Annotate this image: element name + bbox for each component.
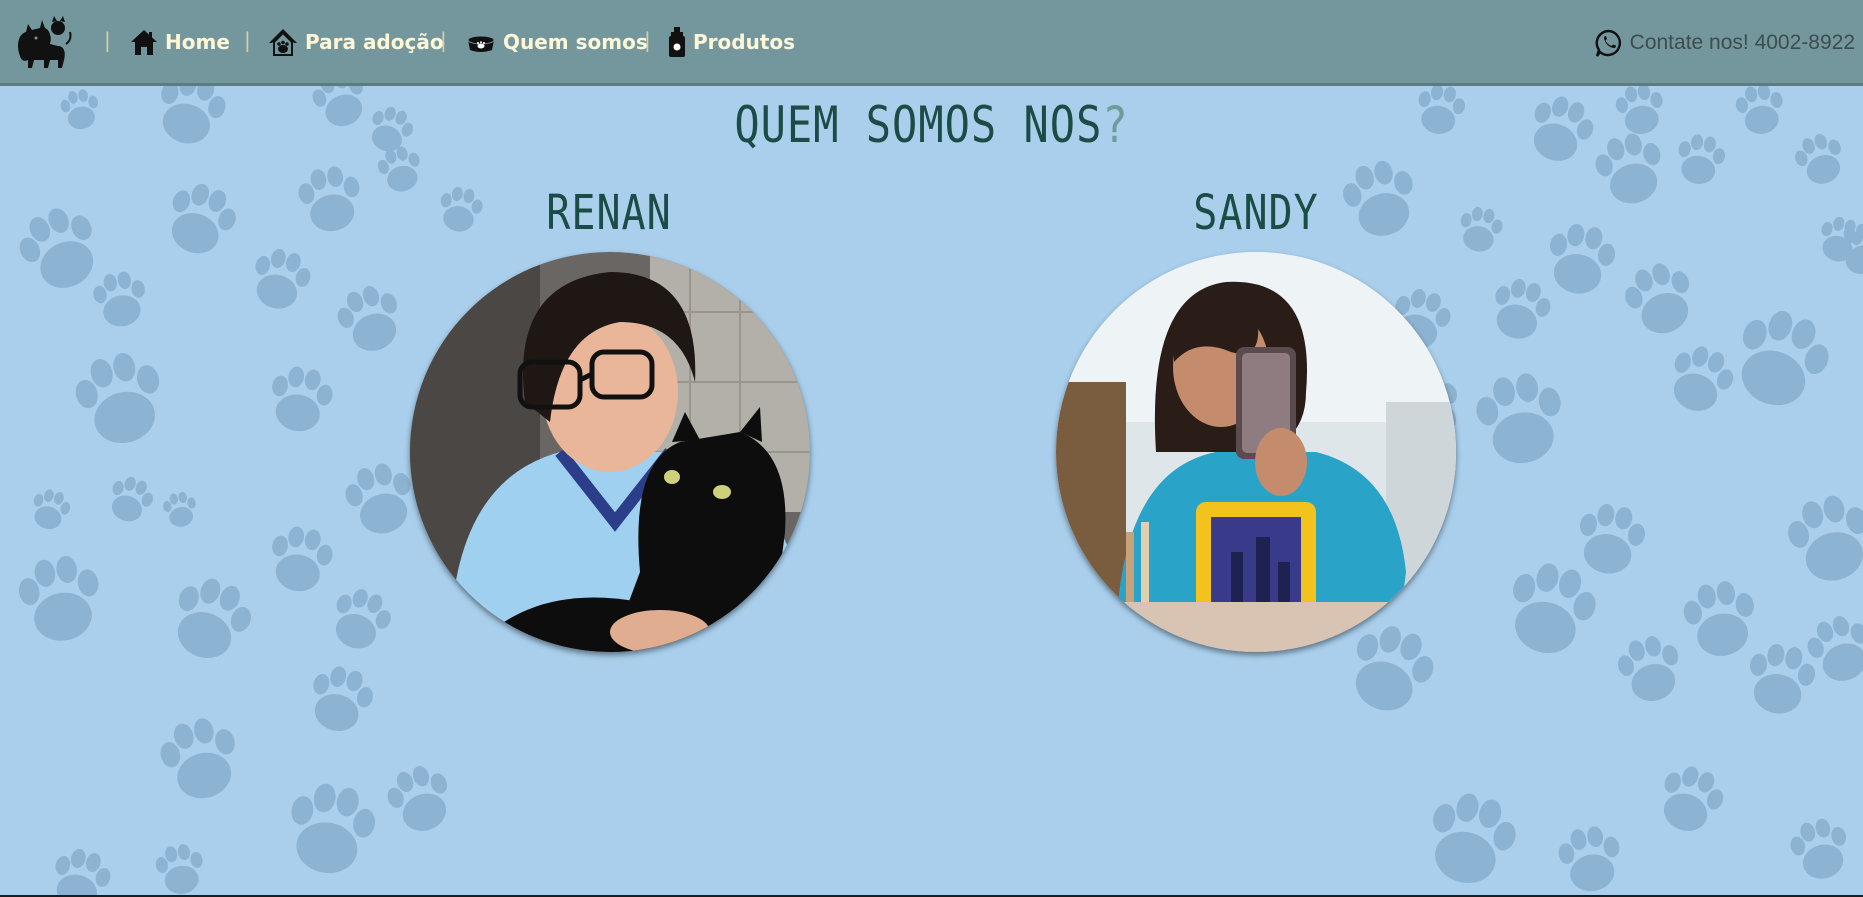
nav-about-label: Quem somos (503, 30, 648, 54)
whatsapp-icon (1595, 29, 1621, 57)
paw-print-decoration (27, 485, 74, 534)
paw-print-decoration (1781, 488, 1863, 590)
paw-print-decoration (1542, 219, 1620, 299)
paw-print-decoration (1418, 785, 1524, 893)
paw-print-decoration (1339, 616, 1443, 723)
nav-separator: | (440, 28, 447, 52)
page-title-question-mark: ? (1102, 96, 1129, 154)
paw-print-decoration (1651, 759, 1731, 840)
paw-print-decoration (1572, 499, 1650, 579)
paw-print-decoration (324, 582, 398, 657)
member-photo-sandy (1056, 252, 1456, 652)
contact-phone-text: Contate nos! 4002-8922 (1629, 31, 1855, 54)
paw-print-decoration (103, 471, 158, 528)
paw-print-decoration (1661, 339, 1741, 420)
page-title-text: QUEM SOMOS NOS (734, 96, 1103, 154)
nav-separator: | (644, 28, 651, 52)
paw-print-decoration (339, 457, 422, 541)
paw-print-decoration (154, 711, 248, 807)
pet-bowl-icon (467, 35, 495, 52)
paw-print-decoration (245, 243, 316, 316)
paw-print-decoration (294, 162, 367, 236)
paw-print-decoration (1831, 219, 1863, 280)
house-icon (131, 30, 157, 55)
paw-print-decoration (1800, 608, 1863, 690)
paw-print-decoration (1455, 204, 1506, 256)
paw-print-decoration (1785, 813, 1856, 885)
photo-sandy-illustration (1056, 252, 1456, 652)
paw-print-decoration (1554, 822, 1627, 896)
member-name-sandy: SANDY (1193, 186, 1319, 242)
paw-print-decoration (90, 268, 151, 331)
top-navbar: | Home | Para adoção | Quem somos | Prod… (0, 0, 1863, 86)
photo-renan-illustration (410, 252, 810, 652)
nav-products-label: Produtos (693, 30, 796, 54)
nav-about-link[interactable]: Quem somos (466, 24, 648, 60)
paw-print-decoration (1723, 300, 1840, 419)
paw-print-decoration (9, 197, 112, 301)
member-photo-renan (410, 252, 810, 652)
nav-products-link[interactable]: Produtos (668, 24, 795, 60)
nav-home-label: Home (165, 30, 230, 54)
paw-print-decoration (14, 551, 108, 647)
nav-home-link[interactable]: Home (130, 24, 230, 60)
paw-print-decoration (153, 841, 208, 897)
nav-separator: | (244, 28, 251, 52)
paw-print-decoration (1498, 555, 1604, 663)
paw-print-decoration (1485, 273, 1556, 346)
paw-print-decoration (303, 660, 379, 739)
pet-bottle-icon (669, 27, 685, 57)
paw-print-decoration (330, 278, 410, 360)
nav-separator: | (104, 28, 111, 52)
pet-house-icon (269, 29, 297, 56)
paw-print-decoration (281, 778, 381, 881)
paw-print-decoration (1612, 630, 1689, 708)
paw-print-decoration (1814, 212, 1863, 267)
paw-print-decoration (380, 758, 460, 840)
nav-adoption-link[interactable]: Para adoção (268, 24, 444, 60)
paw-print-decoration (1679, 576, 1762, 662)
paw-print-decoration (45, 843, 116, 897)
nav-adoption-label: Para adoção (305, 30, 444, 54)
paw-print-decoration (265, 362, 337, 437)
paw-print-decoration (1742, 639, 1820, 719)
paw-print-decoration (161, 489, 200, 530)
member-name-renan: RENAN (546, 186, 672, 242)
paw-print-decoration (68, 345, 173, 453)
paw-print-decoration (162, 569, 260, 670)
paw-print-decoration (1471, 368, 1571, 470)
dog-cat-logo-icon[interactable] (12, 16, 72, 72)
paw-print-decoration (158, 176, 244, 264)
paw-print-decoration (265, 522, 337, 597)
paw-print-decoration (1617, 255, 1704, 343)
page-title: QUEM SOMOS NOS? (0, 96, 1863, 154)
contact-link[interactable]: Contate nos! 4002-8922 (1594, 28, 1855, 58)
